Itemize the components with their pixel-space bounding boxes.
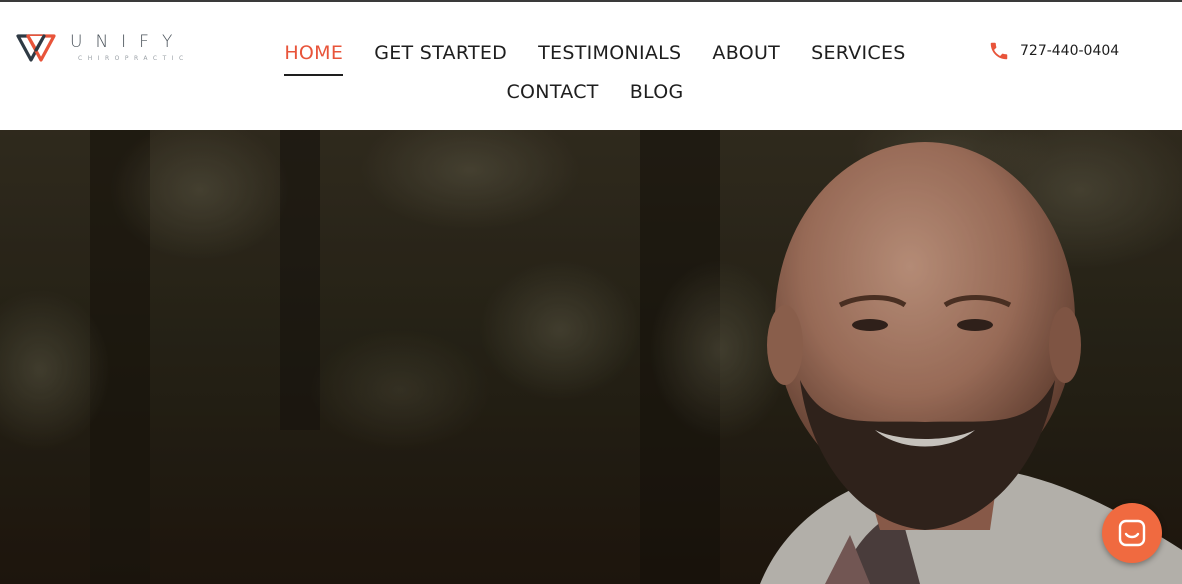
nav-item-services[interactable]: SERVICES <box>811 38 906 77</box>
nav-item-about[interactable]: ABOUT <box>712 38 780 77</box>
nav-item-testimonials[interactable]: TESTIMONIALS <box>538 38 681 77</box>
nav-row-2: CONTACT BLOG <box>260 77 930 116</box>
nav-item-home[interactable]: HOME <box>284 38 344 77</box>
phone-icon <box>990 42 1008 60</box>
logo-icon <box>16 34 56 62</box>
logo-link[interactable]: UNIFY CHIROPRACTIC <box>14 30 214 70</box>
logo-wordmark: UNIFY <box>70 32 186 52</box>
hero-banner <box>0 130 1182 584</box>
nav-row-1: HOME GET STARTED TESTIMONIALS ABOUT SERV… <box>260 38 930 77</box>
site-header: UNIFY CHIROPRACTIC HOME GET STARTED TEST… <box>0 2 1182 130</box>
page: UNIFY CHIROPRACTIC HOME GET STARTED TEST… <box>0 0 1182 584</box>
main-nav: HOME GET STARTED TESTIMONIALS ABOUT SERV… <box>260 38 930 116</box>
phone-link[interactable]: 727-440-0404 <box>988 40 1119 62</box>
nav-item-blog[interactable]: BLOG <box>630 77 684 116</box>
nav-item-get-started[interactable]: GET STARTED <box>374 38 507 77</box>
logo-tagline: CHIROPRACTIC <box>78 55 189 62</box>
nav-item-contact[interactable]: CONTACT <box>506 77 598 116</box>
chat-icon <box>1118 519 1146 547</box>
chat-launcher-button[interactable] <box>1102 503 1162 563</box>
phone-number: 727-440-0404 <box>1020 43 1120 59</box>
hero-image <box>0 130 1182 584</box>
